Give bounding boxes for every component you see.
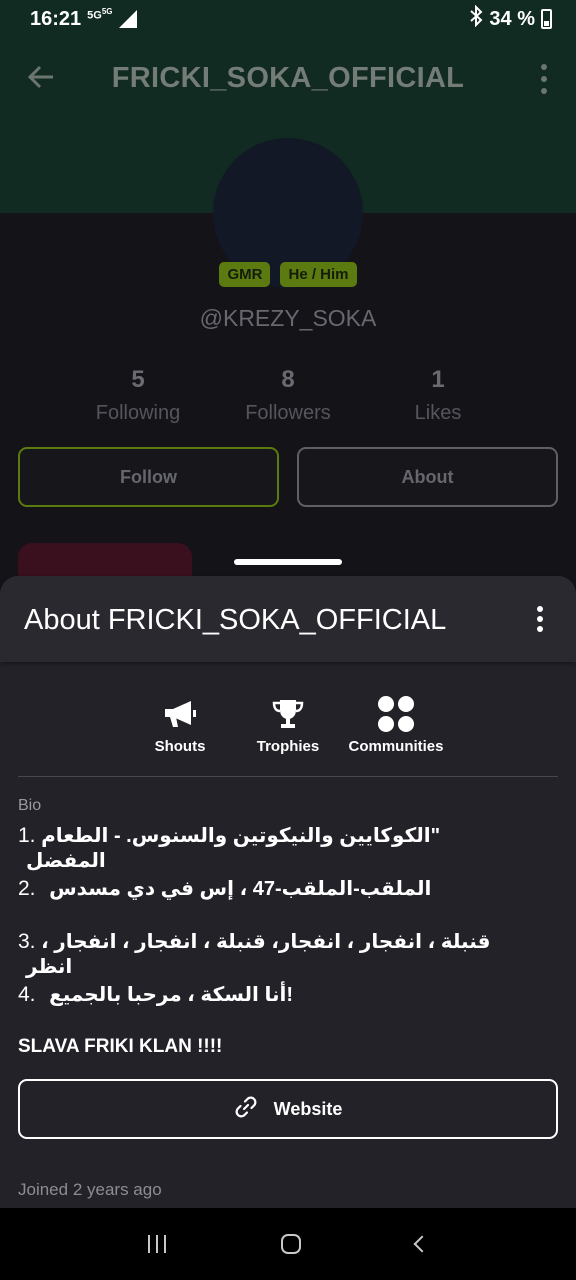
home-icon[interactable] [280,1234,301,1254]
signal-icon [118,10,137,28]
link-icon [234,1095,258,1124]
tab-shouts[interactable]: Shouts [120,694,240,755]
stat-likes[interactable]: 1 Likes [358,366,518,425]
top-app-bar: FRICKI_SOKA_OFFICIAL [0,38,576,122]
stat-value: 1 [431,366,445,393]
stat-label: Likes [414,402,462,424]
profile-tags: GMR He / Him [0,262,576,287]
back-nav-icon[interactable] [413,1235,431,1253]
stat-label: Following [95,402,181,424]
bio-line: 3. قنبلة ، انفجار ، انفجار، قنبلة ، انفج… [18,929,516,979]
tab-label: Shouts [154,738,206,755]
bio-line-text: قنبلة ، انفجار ، انفجار، قنبلة ، انفجار … [26,931,491,978]
bio-line: 4. !أنا السكة ، مرحبا بالجميع [18,982,516,1007]
divider [18,776,558,777]
sheet-more-options-icon[interactable] [536,606,544,632]
status-time: 16:21 [30,7,82,30]
page-title: FRICKI_SOKA_OFFICIAL [111,62,465,94]
bio-line-number: 1. [18,824,36,847]
bio-line-text: !أنا السكة ، مرحبا بالجميع [49,984,294,1006]
communities-icon [336,694,456,734]
tab-communities[interactable]: Communities [336,694,456,755]
bio-line: 1. "الكوكايين والنيكوتين والسنوس. - الطع… [18,823,516,873]
stat-following[interactable]: 5 Following [58,366,218,425]
megaphone-icon [120,694,240,734]
profile-stats: 5 Following 8 Followers 1 Likes [0,366,576,436]
status-bar: 16:21 5G5G 34 % [0,0,576,38]
bio-line-text: الملقب-الملقب-47 ، إس في دي مسدس [49,878,432,900]
username-handle: @KREZY_SOKA [199,305,377,331]
more-options-icon[interactable] [540,64,548,94]
bio-line: 2. الملقب-الملقب-47 ، إس في دي مسدس [18,876,516,901]
stat-value: 8 [281,366,295,393]
joined-date: Joined 2 years ago [18,1180,162,1199]
bio-line-number: 3. [18,930,36,953]
bio-line-number: 2. [18,877,36,900]
trophy-icon [228,694,348,734]
bluetooth-icon [469,4,483,33]
stat-value: 5 [131,366,145,393]
tag-gmr: GMR [219,262,271,287]
tab-label: Trophies [256,738,320,755]
network-indicator: 5G5G [87,6,113,22]
bio-footer: SLAVA FRIKI KLAN !!!! [18,1036,223,1057]
website-label: Website [273,1098,343,1119]
recent-apps-icon[interactable] [147,1235,166,1253]
follow-button[interactable]: Follow [18,447,279,507]
stat-label: Followers [245,402,331,424]
about-tabs: Shouts Trophies Communities [0,694,576,755]
about-button[interactable]: About [297,447,558,507]
stat-followers[interactable]: 8 Followers [208,366,368,425]
sheet-drag-handle[interactable] [234,559,342,565]
system-nav-bar [0,1208,576,1280]
bio-label: Bio [18,797,42,814]
tab-trophies[interactable]: Trophies [228,694,348,755]
tab-label: Communities [348,738,444,755]
website-button[interactable]: Website [18,1079,558,1139]
battery-icon [541,9,552,29]
sheet-title: About FRICKI_SOKA_OFFICIAL [24,604,447,636]
about-sheet: About FRICKI_SOKA_OFFICIAL Shouts Trophi… [0,576,576,1208]
battery-level: 34 % [489,7,535,30]
sheet-header: About FRICKI_SOKA_OFFICIAL [0,576,576,662]
bio-line-number: 4. [18,983,36,1006]
tag-pronouns: He / Him [280,262,357,287]
bio-line-text: "الكوكايين والنيكوتين والسنوس. - الطعام … [26,825,441,872]
